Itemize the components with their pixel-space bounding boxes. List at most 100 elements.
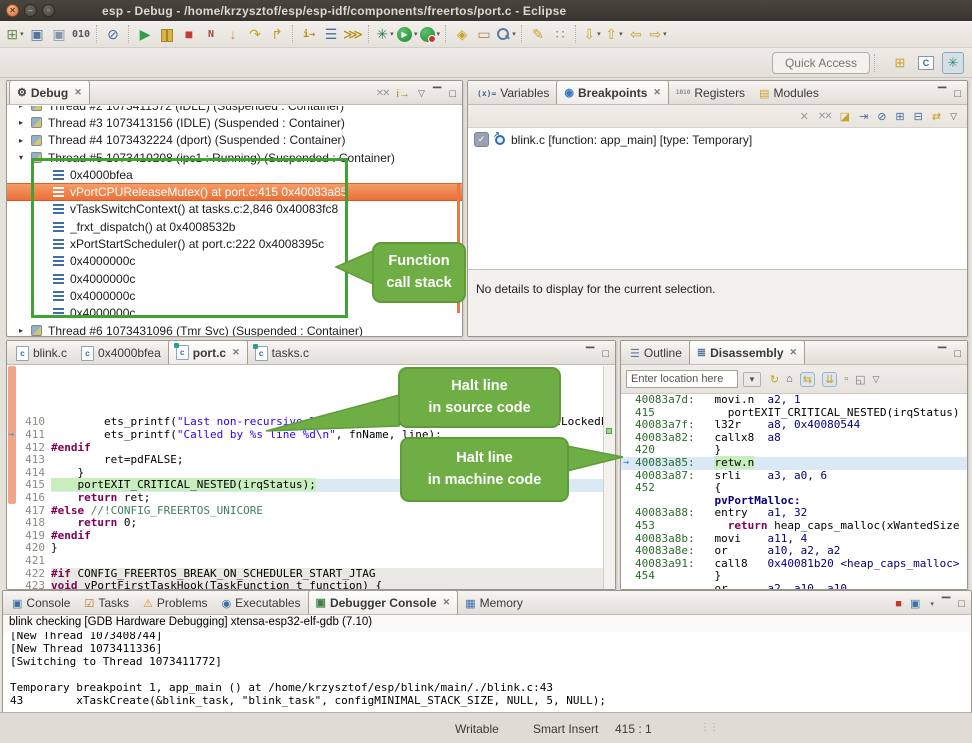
stack-frame-row[interactable]: 0x4000000c	[7, 305, 462, 322]
skip-all-breakpoints-icon[interactable]: ⊘	[877, 110, 886, 123]
debug-call-stack-tree[interactable]: ▸Thread #2 1073411572 (IDLE) (Suspended …	[7, 106, 462, 336]
close-icon[interactable]: ✕	[653, 87, 661, 98]
dropdown-arrow-icon[interactable]: ▾	[930, 600, 934, 608]
search-icon[interactable]: ▾	[496, 24, 516, 45]
annotations-icon[interactable]: ∷	[550, 24, 570, 45]
disassembly-tab-outline[interactable]: ☰Outline	[623, 342, 689, 364]
resume-icon[interactable]: ▶	[135, 24, 155, 45]
link-with-debug-icon[interactable]: ⇄	[932, 110, 941, 123]
console-tab-executables[interactable]: ◉Executables	[215, 592, 308, 614]
display-console-icon[interactable]: ▣	[910, 597, 920, 610]
dropdown-arrow-icon[interactable]: ▾	[414, 30, 418, 38]
twist-icon[interactable]: ▸	[19, 106, 31, 110]
window-close-button[interactable]: ✕	[6, 4, 19, 17]
open-perspective-icon[interactable]: ⊞	[890, 53, 910, 73]
show-supported-breakpoints-icon[interactable]: ◪	[840, 110, 850, 123]
console-tab-debugger-console[interactable]: ▣Debugger Console✕	[308, 590, 459, 614]
stack-frame-row[interactable]: 0x4000000c	[7, 270, 462, 287]
profile-icon[interactable]: ▾	[420, 24, 441, 45]
stack-frame-row[interactable]: vTaskSwitchContext() at tasks.c:2,846 0x…	[7, 201, 462, 218]
forward-icon[interactable]: ⇨▾	[648, 24, 668, 45]
thread-row[interactable]: ▸Thread #2 1073411572 (IDLE) (Suspended …	[7, 106, 462, 114]
stack-frame-row[interactable]: xPortStartScheduler() at port.c:222 0x40…	[7, 235, 462, 252]
back-icon[interactable]: ⇦	[626, 24, 646, 45]
window-minimize-button[interactable]: –	[24, 4, 37, 17]
twist-icon[interactable]: ▸	[19, 326, 31, 335]
disassembly-tab-disassembly[interactable]: ≣Disassembly✕	[689, 340, 805, 364]
twist-icon[interactable]: ▸	[19, 136, 31, 145]
goto-file-icon[interactable]: ⇥	[859, 110, 868, 123]
console-tab-console[interactable]: ▣Console	[5, 592, 77, 614]
remove-breakpoint-icon[interactable]: ✕	[800, 110, 809, 123]
stack-frame-row[interactable]: vPortCPUReleaseMutex() at port.c:415 0x4…	[7, 183, 462, 200]
open-resource-icon[interactable]: ▭	[474, 24, 494, 45]
editor-tab-port-c[interactable]: cport.c✕	[168, 340, 248, 364]
console-tab-tasks[interactable]: ☑Tasks	[77, 592, 136, 614]
console-tab-problems[interactable]: ⚠Problems	[136, 592, 215, 614]
minimize-icon[interactable]: ▔	[433, 87, 441, 100]
editor-overview-ruler[interactable]	[603, 366, 615, 589]
location-dropdown-icon[interactable]: ▼	[743, 372, 761, 387]
dropdown-arrow-icon[interactable]: ▾	[512, 30, 516, 38]
track-expression-icon[interactable]: ⇊	[822, 372, 837, 387]
sync-context-icon[interactable]: ⇆	[800, 372, 815, 387]
tab-debug[interactable]: ⚙ Debug ✕	[9, 80, 90, 104]
dropdown-arrow-icon[interactable]: ▾	[390, 30, 394, 38]
editor-tab-blink-c[interactable]: cblink.c	[9, 342, 74, 364]
terminate-icon[interactable]: ■	[895, 598, 902, 610]
maximize-icon[interactable]: □	[449, 88, 456, 100]
use-step-filters-icon[interactable]: ⋙	[343, 24, 363, 45]
thread-row[interactable]: ▾Thread #5 1073410208 (ipc1 : Running) (…	[7, 149, 462, 166]
quick-access-button[interactable]: Quick Access	[772, 52, 870, 74]
breakpoint-row[interactable]: ✓blink.c [function: app_main] [type: Tem…	[468, 128, 967, 151]
source-editor[interactable]: → 410 ets_printf("Last non-recursive loc…	[7, 366, 615, 589]
maximize-icon[interactable]: □	[602, 348, 609, 360]
cpp-perspective-icon[interactable]: C	[916, 53, 936, 73]
save-all-icon[interactable]: ▣	[49, 24, 69, 45]
maximize-icon[interactable]: □	[958, 598, 965, 610]
run-icon[interactable]: ▶▾	[397, 24, 418, 45]
remove-all-breakpoints-icon[interactable]: ✕✕	[818, 111, 831, 122]
maximize-icon[interactable]: □	[954, 88, 961, 100]
step-return-icon[interactable]: ↱	[267, 24, 287, 45]
binary-icon[interactable]: 010	[71, 24, 91, 45]
breakpoints-tab-breakpoints[interactable]: ◉Breakpoints✕	[556, 80, 669, 104]
collapse-all-icon[interactable]: ⊟	[914, 110, 923, 123]
expand-all-icon[interactable]: ⊞	[895, 110, 904, 123]
mark-occurrences-icon[interactable]: ✎	[528, 24, 548, 45]
step-into-icon[interactable]: ↓	[223, 24, 243, 45]
location-input[interactable]	[626, 370, 738, 388]
stack-frame-row[interactable]: 0x4000000c	[7, 287, 462, 304]
open-type-icon[interactable]: ◈	[452, 24, 472, 45]
new-wizard-icon[interactable]: ⊞▾	[5, 24, 25, 45]
disconnect-icon[interactable]: N	[201, 24, 221, 45]
view-menu-icon[interactable]: ▽	[418, 88, 425, 99]
save-icon[interactable]: ▣	[27, 24, 47, 45]
instruction-stepping-icon[interactable]: i→	[397, 88, 410, 100]
step-over-icon[interactable]: ↷	[245, 24, 265, 45]
skip-all-breakpoints-icon[interactable]: ⊘	[103, 24, 123, 45]
breakpoints-list[interactable]: ✓blink.c [function: app_main] [type: Tem…	[468, 128, 967, 269]
stack-frame-row[interactable]: 0x4000000c	[7, 253, 462, 270]
editor-tab-tasks-c[interactable]: ctasks.c	[248, 342, 316, 364]
close-icon[interactable]: ✕	[443, 597, 451, 608]
twist-icon[interactable]: ▸	[19, 118, 31, 127]
minimize-icon[interactable]: ▔	[942, 597, 950, 610]
minimize-icon[interactable]: ▔	[938, 347, 946, 360]
thread-row[interactable]: ▸Thread #4 1073432224 (dport) (Suspended…	[7, 132, 462, 149]
editor-tab-0x4000bfea[interactable]: c0x4000bfea	[74, 342, 168, 364]
show-columns-icon[interactable]: ☰	[321, 24, 341, 45]
view-menu-icon[interactable]: ▽	[950, 111, 957, 122]
dropdown-arrow-icon[interactable]: ▾	[663, 30, 667, 38]
breakpoints-tab-registers[interactable]: 1010Registers	[669, 82, 752, 104]
thread-row[interactable]: ▸Thread #6 1073431096 (Tmr Svc) (Suspend…	[7, 322, 462, 336]
dropdown-arrow-icon[interactable]: ▾	[437, 30, 441, 38]
breakpoints-tab-variables[interactable]: (x)=Variables	[470, 82, 556, 104]
window-maximize-button[interactable]: ▫	[42, 4, 55, 17]
stack-frame-row[interactable]: _frxt_dispatch() at 0x4008532b	[7, 218, 462, 235]
close-icon[interactable]: ✕	[232, 347, 240, 358]
close-icon[interactable]: ✕	[790, 347, 798, 358]
new-view-icon[interactable]: ▫	[844, 372, 848, 387]
goto-annotation-icon[interactable]: ⇧▾	[604, 24, 624, 45]
terminate-icon[interactable]: ■	[179, 24, 199, 45]
